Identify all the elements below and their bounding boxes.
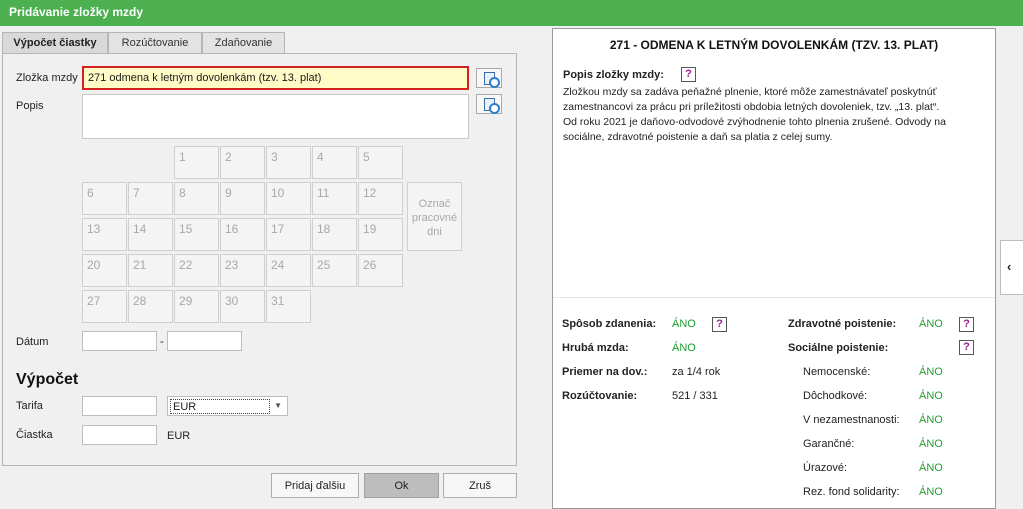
day-cell[interactable]: 6 xyxy=(82,182,127,215)
zlozka-field[interactable]: 271 odmena k letným dovolenkám (tzv. 13.… xyxy=(82,66,469,90)
add-next-button[interactable]: Pridaj ďalšiu xyxy=(271,473,359,498)
day-cell[interactable]: 11 xyxy=(312,182,357,215)
day-cell[interactable]: 17 xyxy=(266,218,311,251)
datum-label: Dátum xyxy=(16,336,49,348)
help-icon[interactable]: ? xyxy=(681,67,696,82)
sposob-zdanenia-label: Spôsob zdanenia: xyxy=(562,318,657,330)
help-icon[interactable]: ? xyxy=(712,317,727,332)
help-icon[interactable]: ? xyxy=(959,340,974,355)
description-line: zamestnancovi za prácu pri príležitosti … xyxy=(563,101,940,113)
priemer-value: za 1/4 rok xyxy=(672,366,721,378)
datum-from-input[interactable] xyxy=(82,331,157,351)
day-cell[interactable]: 29 xyxy=(174,290,219,323)
tab-zdanovanie[interactable]: Zdaňovanie xyxy=(202,32,285,54)
dochodkove-value: ÁNO xyxy=(919,390,943,402)
popis-label: Popis xyxy=(16,100,44,112)
zlozka-lookup-button[interactable] xyxy=(476,68,502,88)
dochodkove-label: Dôchodkové: xyxy=(803,390,868,402)
tarifa-input[interactable] xyxy=(82,396,157,416)
datum-separator: - xyxy=(160,336,164,348)
day-cell[interactable]: 28 xyxy=(128,290,173,323)
zdravotne-value: ÁNO xyxy=(919,318,943,330)
day-cell[interactable]: 19 xyxy=(358,218,403,251)
urazove-label: Úrazové: xyxy=(803,462,848,474)
day-cell[interactable]: 26 xyxy=(358,254,403,287)
day-cell[interactable]: 14 xyxy=(128,218,173,251)
calc-panel: Zložka mzdy 271 odmena k letným dovolenk… xyxy=(2,53,517,466)
info-description: Zložkou mzdy sa zadáva peňažné plnenie, … xyxy=(563,85,973,145)
window-title: Pridávanie zložky mzdy xyxy=(0,0,1023,26)
info-title: 271 - ODMENA K LETNÝM DOVOLENKÁM (TZV. 1… xyxy=(609,38,939,52)
divider xyxy=(553,297,995,298)
zdravotne-label: Zdravotné poistenie: xyxy=(788,318,897,330)
urazove-value: ÁNO xyxy=(919,462,943,474)
priemer-label: Priemer na dov.: xyxy=(562,366,648,378)
tab-rozuctovanie[interactable]: Rozúčtovanie xyxy=(108,32,202,54)
currency-value: EUR xyxy=(170,399,270,414)
nezamestnanost-value: ÁNO xyxy=(919,414,943,426)
day-cell[interactable]: 15 xyxy=(174,218,219,251)
help-icon[interactable]: ? xyxy=(959,317,974,332)
day-cell[interactable]: 20 xyxy=(82,254,127,287)
day-cell[interactable]: 4 xyxy=(312,146,357,179)
rozuctovanie-value: 521 / 331 xyxy=(672,390,718,402)
info-popis-label: Popis zložky mzdy: xyxy=(563,69,664,81)
day-cell[interactable]: 13 xyxy=(82,218,127,251)
description-line: sociálne, zdravotné poistenie a daň sa p… xyxy=(563,131,833,143)
description-line: Zložkou mzdy sa zadáva peňažné plnenie, … xyxy=(563,86,937,98)
nezamestnanost-label: V nezamestnanosti: xyxy=(803,414,900,426)
day-cell[interactable]: 27 xyxy=(82,290,127,323)
day-cell[interactable]: 25 xyxy=(312,254,357,287)
day-cell[interactable]: 7 xyxy=(128,182,173,215)
datum-to-input[interactable] xyxy=(167,331,242,351)
day-cell[interactable]: 8 xyxy=(174,182,219,215)
popis-lookup-button[interactable] xyxy=(476,94,502,114)
ok-button[interactable]: Ok xyxy=(364,473,439,498)
chevron-down-icon[interactable]: ▼ xyxy=(274,401,282,410)
garancne-value: ÁNO xyxy=(919,438,943,450)
ciastka-label: Čiastka xyxy=(16,429,53,441)
cancel-button[interactable]: Zruš xyxy=(443,473,517,498)
day-cell[interactable]: 16 xyxy=(220,218,265,251)
day-cell[interactable]: 23 xyxy=(220,254,265,287)
day-cell[interactable]: 5 xyxy=(358,146,403,179)
collapse-panel-button[interactable]: ‹ xyxy=(1000,240,1023,295)
sposob-zdanenia-value: ÁNO xyxy=(672,318,696,330)
day-cell[interactable]: 24 xyxy=(266,254,311,287)
info-panel: 271 - ODMENA K LETNÝM DOVOLENKÁM (TZV. 1… xyxy=(552,28,996,509)
socialne-label: Sociálne poistenie: xyxy=(788,342,889,354)
day-cell[interactable]: 2 xyxy=(220,146,265,179)
day-cell[interactable]: 3 xyxy=(266,146,311,179)
tab-vypocet-ciastky[interactable]: Výpočet čiastky xyxy=(2,32,108,55)
day-cell[interactable]: 10 xyxy=(266,182,311,215)
currency-select[interactable]: EUR ▼ xyxy=(167,396,288,416)
rozuctovanie-label: Rozúčtovanie: xyxy=(562,390,638,402)
hruba-mzda-value: ÁNO xyxy=(672,342,696,354)
day-cell[interactable]: 1 xyxy=(174,146,219,179)
popis-textarea[interactable] xyxy=(82,94,469,139)
vypocet-title: Výpočet xyxy=(16,371,79,388)
chevron-left-icon: ‹ xyxy=(1007,259,1012,274)
garancne-label: Garančné: xyxy=(803,438,855,450)
rez-fond-label: Rez. fond solidarity: xyxy=(803,486,900,498)
ciastka-input[interactable] xyxy=(82,425,157,445)
description-line: Od roku 2021 je daňovo-odvodové zvýhodne… xyxy=(563,116,946,128)
day-cell[interactable]: 9 xyxy=(220,182,265,215)
document-search-icon xyxy=(484,98,500,114)
document-search-icon xyxy=(484,72,500,88)
rez-fond-value: ÁNO xyxy=(919,486,943,498)
tarifa-label: Tarifa xyxy=(16,400,43,412)
hruba-mzda-label: Hrubá mzda: xyxy=(562,342,629,354)
nemocenske-value: ÁNO xyxy=(919,366,943,378)
mark-working-days-button[interactable]: Označ pracovné dni xyxy=(407,182,462,251)
nemocenske-label: Nemocenské: xyxy=(803,366,871,378)
day-cell[interactable]: 31 xyxy=(266,290,311,323)
day-cell[interactable]: 30 xyxy=(220,290,265,323)
day-cell[interactable]: 21 xyxy=(128,254,173,287)
ciastka-unit: EUR xyxy=(167,430,191,442)
day-cell[interactable]: 12 xyxy=(358,182,403,215)
day-cell[interactable]: 18 xyxy=(312,218,357,251)
zlozka-label: Zložka mzdy xyxy=(16,72,78,84)
day-cell[interactable]: 22 xyxy=(174,254,219,287)
